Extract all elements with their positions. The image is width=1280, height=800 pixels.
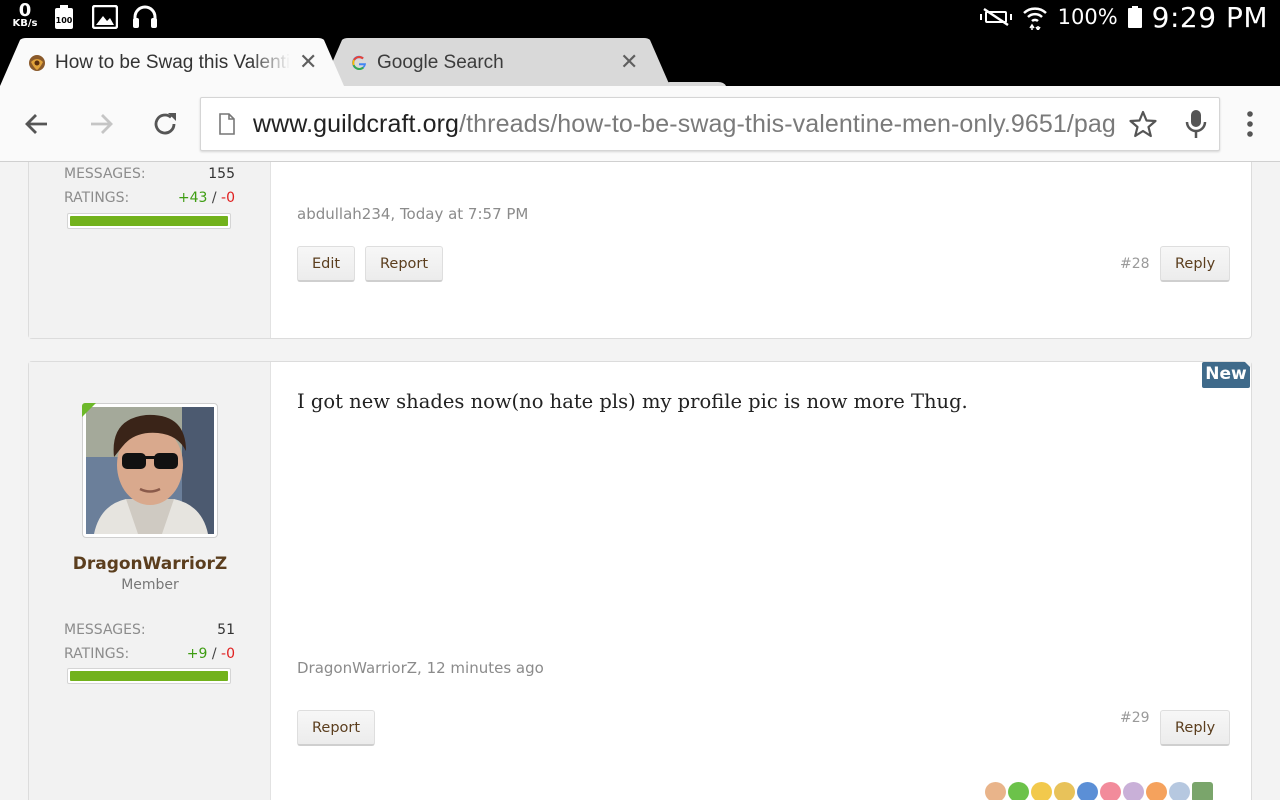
battery-icon	[1127, 6, 1142, 28]
ratings-value[interactable]: +43 / -0	[178, 190, 235, 206]
address-bar[interactable]: www.guildcraft.org/threads/how-to-be-swa…	[200, 97, 1220, 151]
avatar-photo	[86, 407, 214, 534]
overflow-menu-icon[interactable]	[1240, 110, 1260, 138]
useful-rating-icon[interactable]	[1123, 782, 1144, 800]
headphones-icon	[133, 5, 157, 28]
page-content: MESSAGES: 155 RATINGS: +43 / -0 abdullah…	[0, 162, 1280, 800]
post-author-date[interactable]: DragonWarriorZ, 12 minutes ago	[297, 659, 544, 677]
url-host: www.guildcraft.org	[253, 110, 460, 138]
browser-toolbar: www.guildcraft.org/threads/how-to-be-swa…	[0, 86, 1280, 162]
reply-button[interactable]: Reply	[1160, 710, 1231, 746]
tab-title: Google Search	[377, 52, 504, 73]
ratings-label: RATINGS:	[64, 190, 130, 206]
post-author-date[interactable]: abdullah234, Today at 7:57 PM	[297, 205, 528, 223]
agree-rating-icon[interactable]	[1008, 782, 1029, 800]
report-button[interactable]: Report	[297, 710, 376, 746]
love-rating-icon[interactable]	[1100, 782, 1121, 800]
rating-bar-fill	[70, 216, 228, 226]
url-text[interactable]: www.guildcraft.org/threads/how-to-be-swa…	[253, 110, 1117, 139]
battery-icon-text: 100	[56, 16, 73, 25]
report-button[interactable]: Report	[365, 246, 444, 282]
battery-saver-icon: 100	[55, 5, 73, 29]
artistic-rating-icon[interactable]	[1169, 782, 1190, 800]
url-path: /threads/how-to-be-swag-this-valentine-m…	[459, 110, 1117, 138]
rating-bar	[67, 668, 231, 684]
post-number[interactable]: #29	[1120, 710, 1150, 726]
tab-active-thread[interactable]: How to be Swag this Valentine ✕	[0, 38, 348, 86]
microphone-icon[interactable]	[1185, 109, 1207, 139]
messages-value: 51	[217, 622, 235, 638]
close-tab-icon[interactable]: ✕	[620, 50, 638, 75]
avatar[interactable]	[82, 403, 218, 538]
tab-strip: Google Search ✕ How to be Swag this Vale…	[0, 34, 1280, 112]
reload-icon[interactable]	[151, 110, 179, 138]
mute-icon	[979, 7, 1012, 27]
messages-value: 155	[208, 166, 235, 182]
network-speed-unit: KB/s	[12, 18, 38, 29]
winner-rating-icon[interactable]	[1054, 782, 1075, 800]
back-arrow-icon[interactable]	[23, 110, 51, 138]
rating-reactions	[985, 782, 1213, 800]
ratings-value[interactable]: +9 / -0	[187, 646, 235, 662]
gallery-icon	[92, 5, 118, 29]
wifi-icon	[1022, 7, 1047, 30]
post-message: I got new shades now(no hate pls) my pro…	[297, 390, 968, 413]
post-28: MESSAGES: 155 RATINGS: +43 / -0 abdullah…	[28, 162, 1252, 339]
post-29: DragonWarriorZ Member MESSAGES: 51 RATIN…	[28, 361, 1252, 800]
forward-arrow-icon[interactable]	[87, 110, 115, 138]
google-favicon-icon	[352, 55, 366, 71]
rating-bar-fill	[70, 671, 228, 681]
messages-label: MESSAGES:	[64, 622, 146, 638]
username[interactable]: DragonWarriorZ	[29, 554, 271, 574]
rating-bar	[67, 213, 231, 229]
post-author-sidebar: DragonWarriorZ Member MESSAGES: 51 RATIN…	[29, 362, 271, 800]
status-bar: 0 KB/s 100 100% 9:29 PM	[0, 0, 1280, 34]
page-icon	[219, 113, 235, 135]
ratings-label: RATINGS:	[64, 646, 130, 662]
like-rating-icon[interactable]	[985, 782, 1006, 800]
post-number[interactable]: #28	[1120, 256, 1150, 272]
tab-google-search[interactable]: Google Search ✕	[322, 38, 674, 86]
minecraft-rating-icon[interactable]	[1192, 782, 1213, 800]
funny-rating-icon[interactable]	[1031, 782, 1052, 800]
messages-label: MESSAGES:	[64, 166, 146, 182]
bookmark-star-icon[interactable]	[1129, 110, 1157, 138]
new-badge: New	[1202, 361, 1251, 388]
clock: 9:29 PM	[1151, 0, 1268, 34]
informative-rating-icon[interactable]	[1077, 782, 1098, 800]
tab-title: How to be Swag this Valentine	[55, 52, 290, 74]
creative-rating-icon[interactable]	[1146, 782, 1167, 800]
battery-percent: 100%	[1057, 5, 1118, 29]
user-title: Member	[121, 577, 179, 593]
edit-button[interactable]: Edit	[297, 246, 356, 282]
reply-button[interactable]: Reply	[1160, 246, 1231, 282]
guildcraft-favicon-icon	[29, 55, 45, 71]
online-indicator	[82, 403, 96, 417]
close-tab-icon[interactable]: ✕	[299, 50, 317, 75]
network-speed: 0 KB/s	[10, 2, 40, 29]
post-author-sidebar: MESSAGES: 155 RATINGS: +43 / -0	[29, 162, 271, 338]
